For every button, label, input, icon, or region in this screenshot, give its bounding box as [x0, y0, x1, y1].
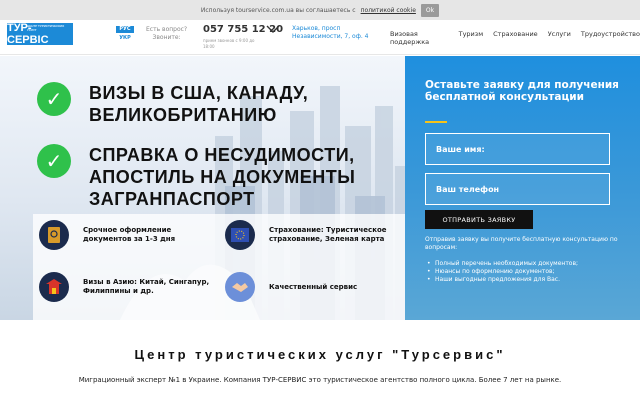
eu-flag-icon — [225, 220, 255, 250]
cookie-policy-link[interactable]: политикой cookie — [361, 7, 416, 14]
lang-ru[interactable]: РУС — [116, 26, 134, 33]
phone-hours: прием звонков с 9:00 до — [203, 38, 255, 43]
handshake-icon — [225, 272, 255, 302]
office-address[interactable]: Харьков, просп Независимости, 7, оф. 4 — [292, 25, 368, 41]
feature-text: Срочное оформление документов за 1-3 дня — [83, 226, 176, 243]
language-switcher: РУС УКР — [116, 26, 134, 42]
passport-icon — [39, 220, 69, 250]
site-header: ЦЕНТР ТУРИСТИЧЕСКИХ УСЛУГ ТУР-СЕРВІС РУС… — [0, 20, 640, 55]
form-title-underline — [425, 121, 447, 123]
hero-item-visas: ✓ ВИЗЫ В США, КАНАДУ, ВЕЛИКОБРИТАНИЮ — [37, 82, 389, 126]
feature-text: Страхование: Туристическое страхование, … — [269, 226, 387, 243]
nav-services[interactable]: Услуги — [548, 30, 571, 46]
nav-visa-support[interactable]: Визовая поддержка — [390, 30, 449, 46]
form-note: Отправив заявку вы получите бесплатную к… — [425, 236, 618, 251]
phone-field[interactable] — [425, 173, 610, 205]
feature-text: Визы в Азию: Китай, Сингапур, Филиппины … — [83, 278, 210, 295]
hero-section: ✓ ВИЗЫ В США, КАНАДУ, ВЕЛИКОБРИТАНИЮ ✓ С… — [0, 56, 405, 320]
feature-insurance: Страхование: Туристическое страхование, … — [225, 220, 405, 250]
address-line-1: Харьков, просп — [292, 25, 341, 32]
hero-title-documents: СПРАВКА О НЕСУДИМОСТИ, АПОСТИЛЬ НА ДОКУМ… — [89, 145, 356, 209]
address-line-2: Независимости, 7, оф. 4 — [292, 33, 369, 40]
feature-asia-visas: Визы в Азию: Китай, Сингапур, Филиппины … — [39, 272, 219, 302]
section-text: Миграционный эксперт №1 в Украине. Компа… — [78, 376, 562, 384]
name-input[interactable] — [426, 134, 609, 164]
nav-employment[interactable]: Трудоустройство — [581, 30, 640, 46]
feature-quality: Качественный сервис — [225, 272, 405, 302]
nav-insurance[interactable]: Страхование — [493, 30, 538, 46]
hero-title-visas: ВИЗЫ В США, КАНАДУ, ВЕЛИКОБРИТАНИЮ — [89, 83, 309, 125]
feature-text: Качественный сервис — [269, 282, 358, 291]
chevron-down-icon[interactable] — [266, 25, 280, 37]
form-title: Оставьте заявку для получения бесплатной… — [425, 79, 619, 103]
check-icon: ✓ — [37, 82, 71, 116]
section-title: Центр туристических услуг "Турсервис" — [134, 347, 506, 362]
phone-hours-end: 18:00 — [203, 44, 215, 49]
cookie-text: Используя tourservice.com.ua вы соглашае… — [200, 6, 356, 14]
feature-urgent-docs: Срочное оформление документов за 1-3 дня — [39, 220, 219, 250]
question-text: Есть вопрос? Звоните: — [146, 26, 187, 42]
logo-subtitle: ЦЕНТР ТУРИСТИЧЕСКИХ УСЛУГ — [27, 24, 65, 32]
lang-ua[interactable]: УКР — [116, 35, 134, 42]
list-item: Наши выгодные предложения для Вас. — [425, 276, 625, 284]
name-field[interactable] — [425, 133, 610, 165]
site-logo[interactable]: ЦЕНТР ТУРИСТИЧЕСКИХ УСЛУГ ТУР-СЕРВІС — [7, 22, 73, 46]
cookie-bar: Используя tourservice.com.ua вы соглашае… — [0, 0, 640, 20]
list-item: Полный перечень необходимых документов; — [425, 260, 625, 268]
list-item: Нюансы по оформлению документов; — [425, 268, 625, 276]
phone-input[interactable] — [426, 174, 609, 204]
question-line-1: Есть вопрос? — [146, 26, 188, 33]
pagoda-icon — [39, 272, 69, 302]
main-nav: Визовая поддержка Туризм Страхование Усл… — [390, 30, 640, 46]
question-line-2: Звоните: — [152, 34, 181, 41]
consultation-form: Оставьте заявку для получения бесплатной… — [405, 56, 640, 320]
cookie-ok-button[interactable]: Ok — [420, 3, 440, 17]
features-panel: Срочное оформление документов за 1-3 дня… — [33, 214, 405, 320]
check-icon: ✓ — [37, 144, 71, 178]
nav-tourism[interactable]: Туризм — [459, 30, 484, 46]
hero-item-documents: ✓ СПРАВКА О НЕСУДИМОСТИ, АПОСТИЛЬ НА ДОК… — [37, 144, 389, 210]
benefits-list: Полный перечень необходимых документов; … — [425, 260, 625, 284]
submit-button[interactable]: ОТПРАВИТЬ ЗАЯВКУ — [425, 210, 533, 229]
